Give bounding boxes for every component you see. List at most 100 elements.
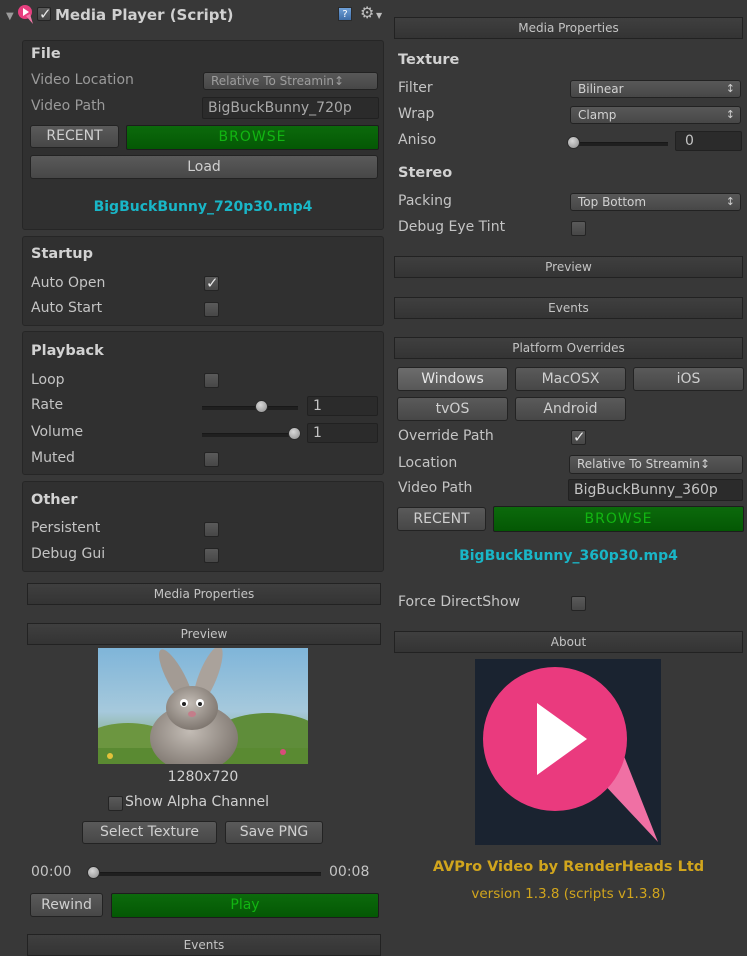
aniso-value: 0 [685,133,694,149]
override-video-path-label: Video Path [398,480,473,496]
auto-start-label: Auto Start [31,300,103,316]
stereo-header: Stereo [398,165,453,181]
tab-tvos[interactable]: tvOS [397,397,508,421]
rewind-button[interactable]: Rewind [30,893,103,917]
about-title: AVPro Video by RenderHeads Ltd [432,859,705,875]
texture-header: Texture [398,52,460,68]
auto-start-checkbox[interactable] [204,302,219,317]
time-duration: 00:08 [329,864,370,880]
browse-button[interactable]: BROWSE [126,125,379,150]
volume-slider-thumb[interactable] [288,427,301,440]
video-path-value: BigBuckBunny_720p [208,100,352,116]
media-properties-header[interactable]: Media Properties [394,17,743,39]
auto-open-checkbox[interactable]: ✓ [204,274,219,292]
select-texture-button[interactable]: Select Texture [82,821,217,844]
events-header[interactable]: Events [394,297,743,319]
aniso-slider-track[interactable] [570,142,668,146]
rate-field[interactable]: 1 [307,396,378,416]
video-location-dropdown[interactable]: Relative To Streamin↕ [203,72,378,90]
component-enabled-checkbox[interactable]: ✓ [37,5,52,23]
debug-gui-checkbox[interactable] [204,548,219,563]
about-header[interactable]: About [394,631,743,653]
component-title: Media Player (Script) [55,6,234,24]
save-png-button[interactable]: Save PNG [225,821,323,844]
override-recent-button[interactable]: RECENT [397,507,486,531]
wrap-dropdown[interactable]: Clamp ↕ [570,106,741,124]
play-button[interactable]: Play [111,893,379,918]
aniso-slider-thumb[interactable] [567,136,580,149]
muted-checkbox[interactable] [204,452,219,467]
packing-value: Top Bottom [578,195,647,209]
show-alpha-checkbox[interactable] [108,796,123,811]
loaded-file-name: BigBuckBunny_720p30.mp4 [93,199,313,215]
override-video-path-field[interactable]: BigBuckBunny_360p [568,479,743,501]
packing-label: Packing [398,193,452,209]
filter-dropdown[interactable]: Bilinear ↕ [570,80,741,98]
other-header: Other [31,492,78,508]
location-value: Relative To Streamin↕ [577,457,711,471]
seek-slider-track[interactable] [91,872,321,876]
override-video-path-value: BigBuckBunny_360p [574,482,718,498]
debug-eye-tint-label: Debug Eye Tint [398,219,506,235]
rate-slider-thumb[interactable] [255,400,268,413]
video-preview-thumbnail [98,648,308,764]
volume-label: Volume [31,424,84,440]
debug-gui-label: Debug Gui [31,546,106,562]
events-foldout[interactable]: Events [27,934,381,956]
tab-macosx[interactable]: MacOSX [515,367,626,391]
persistent-checkbox[interactable] [204,522,219,537]
platform-overrides-header[interactable]: Platform Overrides [394,337,743,359]
component-header: ▼ ✓ Media Player (Script) ? ⚙ ▼ [0,0,390,38]
video-path-field[interactable]: BigBuckBunny_720p [202,97,379,119]
time-current: 00:00 [31,864,72,880]
filter-value: Bilinear [578,82,624,96]
location-label: Location [398,455,458,471]
override-path-checkbox[interactable]: ✓ [571,428,586,446]
load-button[interactable]: Load [30,155,378,179]
tab-android[interactable]: Android [515,397,626,421]
show-alpha-label: Show Alpha Channel [125,794,269,810]
location-dropdown[interactable]: Relative To Streamin↕ [569,455,743,474]
foldout-arrow-icon[interactable]: ▼ [6,11,14,22]
recent-button[interactable]: RECENT [30,125,119,148]
help-icon[interactable]: ? [338,7,352,21]
wrap-value: Clamp [578,108,617,122]
video-path-label: Video Path [31,98,106,114]
tab-ios[interactable]: iOS [633,367,744,391]
rate-slider-track[interactable] [202,406,298,410]
filter-label: Filter [398,80,433,96]
preview-foldout[interactable]: Preview [27,623,381,645]
volume-value: 1 [313,425,322,441]
debug-eye-tint-checkbox[interactable] [571,221,586,236]
chevron-updown-icon: ↕ [725,195,735,208]
file-header: File [31,46,61,62]
chevron-updown-icon: ↕ [725,82,735,95]
loop-checkbox[interactable] [204,373,219,388]
aniso-field[interactable]: 0 [675,131,742,151]
media-properties-foldout[interactable]: Media Properties [27,583,381,605]
volume-field[interactable]: 1 [307,423,378,443]
loop-label: Loop [31,372,65,388]
video-resolution: 1280x720 [167,769,239,785]
rate-value: 1 [313,398,322,414]
seek-slider-thumb[interactable] [87,866,100,879]
settings-dropdown-icon[interactable]: ▼ [376,11,382,20]
avpro-logo-icon [475,659,661,845]
about-version: version 1.3.8 (scripts v1.3.8) [471,886,666,902]
tab-windows[interactable]: Windows [397,367,508,391]
force-directshow-label: Force DirectShow [398,594,521,610]
muted-label: Muted [31,450,75,466]
video-location-label: Video Location [31,72,134,88]
override-browse-button[interactable]: BROWSE [493,506,744,532]
chevron-updown-icon: ↕ [725,108,735,121]
settings-gear-icon[interactable]: ⚙ [360,3,374,22]
volume-slider-track[interactable] [202,433,298,437]
preview-header[interactable]: Preview [394,256,743,278]
wrap-label: Wrap [398,106,435,122]
override-file-name: BigBuckBunny_360p30.mp4 [459,548,678,564]
playback-header: Playback [31,343,104,359]
video-location-value: Relative To Streamin↕ [211,74,345,88]
force-directshow-checkbox[interactable] [571,596,586,611]
left-panel: ▼ ✓ Media Player (Script) ? ⚙ ▼ File Vid… [0,0,390,956]
packing-dropdown[interactable]: Top Bottom ↕ [570,193,741,211]
